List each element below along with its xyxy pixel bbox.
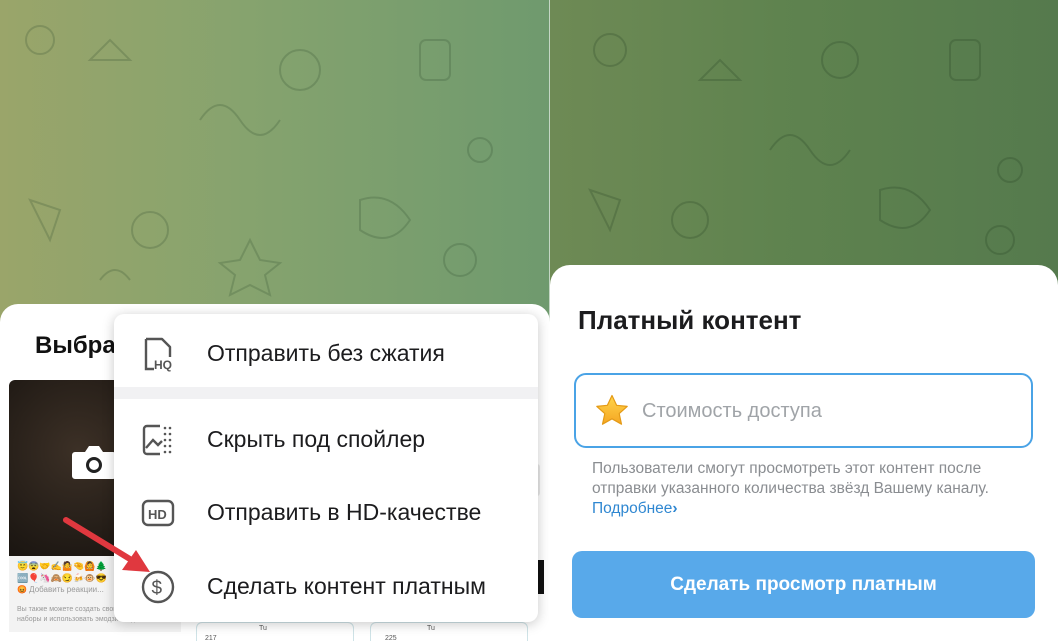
chevron-right-icon: › <box>672 500 678 517</box>
price-input[interactable] <box>642 393 1012 429</box>
gallery-thumbnail[interactable]: 225 Tu <box>370 622 528 641</box>
learn-more-label: Подробнее <box>592 500 673 517</box>
menu-item-label: Отправить без сжатия <box>207 340 445 366</box>
star-icon <box>596 394 628 425</box>
right-screen: Платный контент Пользователи смогут прос… <box>550 0 1058 641</box>
price-field[interactable] <box>574 373 1033 448</box>
card-label: Tu <box>427 625 435 632</box>
menu-item-send-uncompressed[interactable]: HQ Отправить без сжатия <box>114 316 538 388</box>
card-label: Tu <box>259 625 267 632</box>
mini-caption: Вы также можете создать свой <box>17 606 118 613</box>
camera-icon <box>72 446 116 479</box>
menu-item-send-hd[interactable]: HD Отправить в HD-качестве <box>114 475 538 547</box>
card-number: 217 <box>205 635 217 641</box>
learn-more-link[interactable]: Подробнее› <box>592 500 678 517</box>
left-screen: Выбрать 😇😨🤝✍️🤷🤏🙆🌲 🆒🎈🦄🙈😏🍻🐵😎 😡 Добавить ре… <box>0 0 550 641</box>
emoji-row: 😡 Добавить реакции... <box>17 585 104 594</box>
paid-content-sheet: Платный контент Пользователи смогут прос… <box>550 265 1058 641</box>
svg-text:HQ: HQ <box>154 358 172 372</box>
menu-item-hide-spoiler[interactable]: Скрыть под спойлер <box>114 402 538 474</box>
menu-item-label: Отправить в HD-качестве <box>207 499 482 525</box>
hint-text: Пользователи смогут просмотреть этот кон… <box>592 460 989 497</box>
menu-item-label: Сделать контент платным <box>207 573 486 599</box>
gallery-thumbnail[interactable]: 217 Tu <box>196 622 354 641</box>
hq-file-icon: HQ <box>144 337 172 372</box>
card-number: 225 <box>385 635 397 641</box>
hint-text-block: Пользователи смогут просмотреть этот кон… <box>592 459 1012 519</box>
spoiler-image-icon <box>142 424 172 456</box>
menu-separator <box>114 387 538 399</box>
gallery-thumbnail[interactable] <box>538 560 544 594</box>
menu-item-label: Скрыть под спойлер <box>207 426 426 452</box>
sheet-title: Платный контент <box>578 305 802 335</box>
attachment-options-menu: HQ Отправить без сжатия Скрыть под спойл… <box>114 314 538 622</box>
menu-item-make-paid[interactable]: $ Сделать контент платным <box>114 549 538 621</box>
make-paid-button[interactable]: Сделать просмотр платным <box>572 551 1035 618</box>
red-pointer-arrow-icon <box>63 517 150 572</box>
